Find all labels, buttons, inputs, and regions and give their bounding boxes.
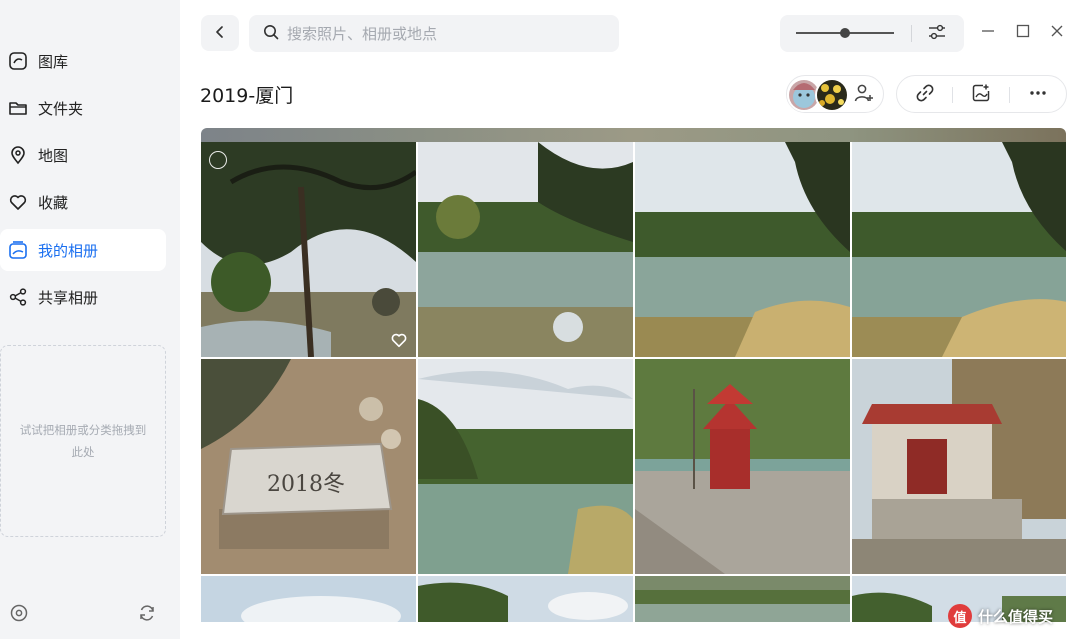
link-icon [915, 83, 935, 107]
sidebar-item-gallery[interactable]: 图库 [0, 40, 166, 82]
sidebar-item-label: 我的相册 [38, 241, 99, 260]
photo-thumbnail[interactable] [418, 142, 633, 357]
sidebar: 图库 文件夹 地图 收藏 我的相册 共享相册 试试把相册或分类拖拽到此处 [0, 0, 180, 639]
add-photo-icon [971, 83, 991, 107]
photo-thumbnail[interactable] [635, 576, 850, 622]
settings-icon[interactable] [8, 602, 30, 624]
sidebar-item-label: 文件夹 [38, 99, 84, 118]
minimize-button[interactable] [976, 21, 1000, 45]
sidebar-item-folder[interactable]: 文件夹 [0, 87, 166, 129]
photo-grid: 2018冬 [201, 128, 1066, 622]
sidebar-item-label: 地图 [38, 146, 69, 165]
photo-thumbnail[interactable] [635, 142, 850, 357]
search-icon [263, 24, 279, 44]
watermark: 值 什么值得买 [948, 600, 1053, 632]
chevron-left-icon [213, 24, 227, 43]
more-button[interactable] [1027, 84, 1049, 106]
photo-thumbnail[interactable] [418, 576, 633, 622]
photo-thumbnail[interactable] [201, 142, 416, 357]
photo-thumbnail[interactable] [418, 359, 633, 574]
zoom-slider[interactable] [796, 28, 894, 38]
stone-engraving: 2018冬 [267, 472, 345, 497]
sidebar-item-my-albums[interactable]: 我的相册 [0, 229, 166, 271]
heart-icon [8, 192, 28, 212]
sidebar-item-label: 图库 [38, 52, 69, 71]
minimize-icon [980, 23, 996, 43]
zoom-slider-knob[interactable] [840, 28, 850, 38]
watermark-text: 什么值得买 [978, 607, 1054, 626]
sidebar-item-label: 收藏 [38, 193, 69, 212]
sidebar-item-label: 共享相册 [38, 288, 99, 307]
map-pin-icon [8, 145, 28, 165]
search-input[interactable] [287, 24, 607, 43]
photo-thumbnail[interactable] [201, 576, 416, 622]
photo-thumbnail[interactable] [852, 359, 1066, 574]
album-drop-zone[interactable]: 试试把相册或分类拖拽到此处 [0, 345, 166, 537]
divider [952, 87, 953, 103]
close-icon [1049, 23, 1065, 43]
select-checkbox[interactable] [209, 151, 227, 169]
add-photos-button[interactable] [970, 84, 992, 106]
album-title: 2019-厦门 [200, 85, 294, 107]
zoom-control [780, 15, 964, 52]
sidebar-item-favorites[interactable]: 收藏 [0, 181, 166, 223]
photo-thumbnail[interactable] [635, 359, 850, 574]
divider [1009, 87, 1010, 103]
photo-strip-top [201, 128, 1066, 142]
close-button[interactable] [1045, 21, 1069, 45]
watermark-badge: 值 [948, 604, 972, 628]
add-person-icon [853, 82, 875, 108]
copy-link-button[interactable] [914, 84, 936, 106]
photo-thumbnail[interactable]: 2018冬 [201, 359, 416, 574]
drop-hint-text: 试试把相册或分类拖拽到此处 [19, 423, 147, 459]
photo-thumbnail[interactable] [852, 142, 1066, 357]
back-button[interactable] [201, 15, 239, 51]
album-members[interactable] [786, 75, 884, 113]
album-icon [8, 240, 28, 260]
album-actions [896, 75, 1067, 113]
filter-settings-button[interactable] [926, 23, 948, 45]
sidebar-item-map[interactable]: 地图 [0, 134, 166, 176]
divider [911, 25, 912, 42]
more-icon [1028, 83, 1048, 107]
favorite-heart-icon[interactable] [390, 331, 408, 349]
sidebar-item-shared-albums[interactable]: 共享相册 [0, 276, 166, 318]
share-icon [8, 287, 28, 307]
add-member-button[interactable] [851, 82, 877, 108]
gallery-icon [8, 51, 28, 71]
folder-icon [8, 98, 28, 118]
maximize-icon [1015, 23, 1031, 43]
sliders-icon [927, 22, 947, 46]
maximize-button[interactable] [1011, 21, 1035, 45]
sync-icon[interactable] [136, 602, 158, 624]
avatar[interactable] [815, 78, 849, 112]
search-bar[interactable] [249, 15, 619, 52]
